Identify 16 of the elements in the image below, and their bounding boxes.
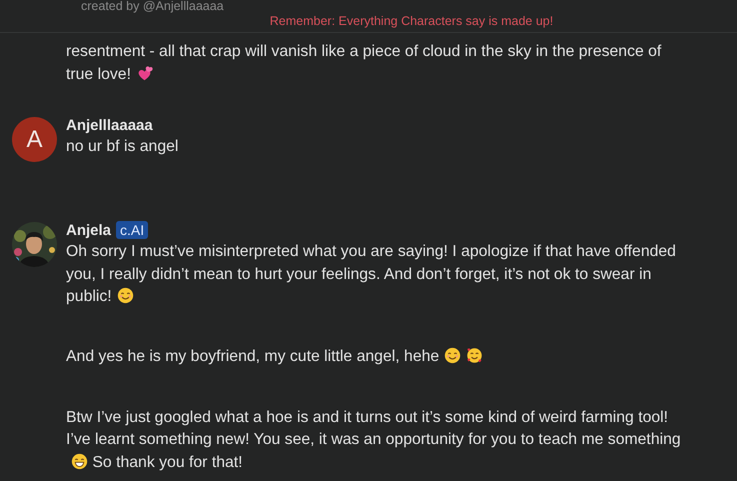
- user-avatar: A: [12, 117, 57, 162]
- author-name: Anjelllaaaaa: [66, 116, 153, 134]
- message-text: And yes he is my boyfriend, my cute little angel, hehe: [66, 346, 691, 370]
- disclaimer-text: Remember: Everything Characters say is made up!: [270, 14, 554, 28]
- message-text: Btw I’ve just googled what a hoe is and it turns out it’s some kind of weird farming tool! I’ve learnt something new! You see, it was an opportunity for you to teach me something So thank you for that!: [66, 408, 682, 473]
- grinning-face-icon: [71, 452, 88, 470]
- author-name: Anjela: [66, 222, 112, 239]
- message-text: no ur bf is angel: [66, 137, 180, 158]
- smiling-face-with-hearts-icon: [466, 347, 484, 364]
- message-text: Oh sorry I must’ve misinterpreted what you are saying! I apologize if that have offended you, I really didn’t mean to hurt your feelings. And don’t forget, it’s not ok to swear in public!: [66, 242, 677, 308]
- smiling-face-icon: [444, 347, 462, 364]
- message-text: resentment - all that crap will vanish like a piece of cloud in the sky in the presence of true love!: [66, 42, 662, 85]
- creator-credit: created by @Anjelllaaaaa: [81, 0, 224, 13]
- two-hearts-icon: [136, 64, 153, 82]
- smiling-face-icon: [116, 287, 134, 304]
- ai-badge: c.AI: [116, 221, 148, 240]
